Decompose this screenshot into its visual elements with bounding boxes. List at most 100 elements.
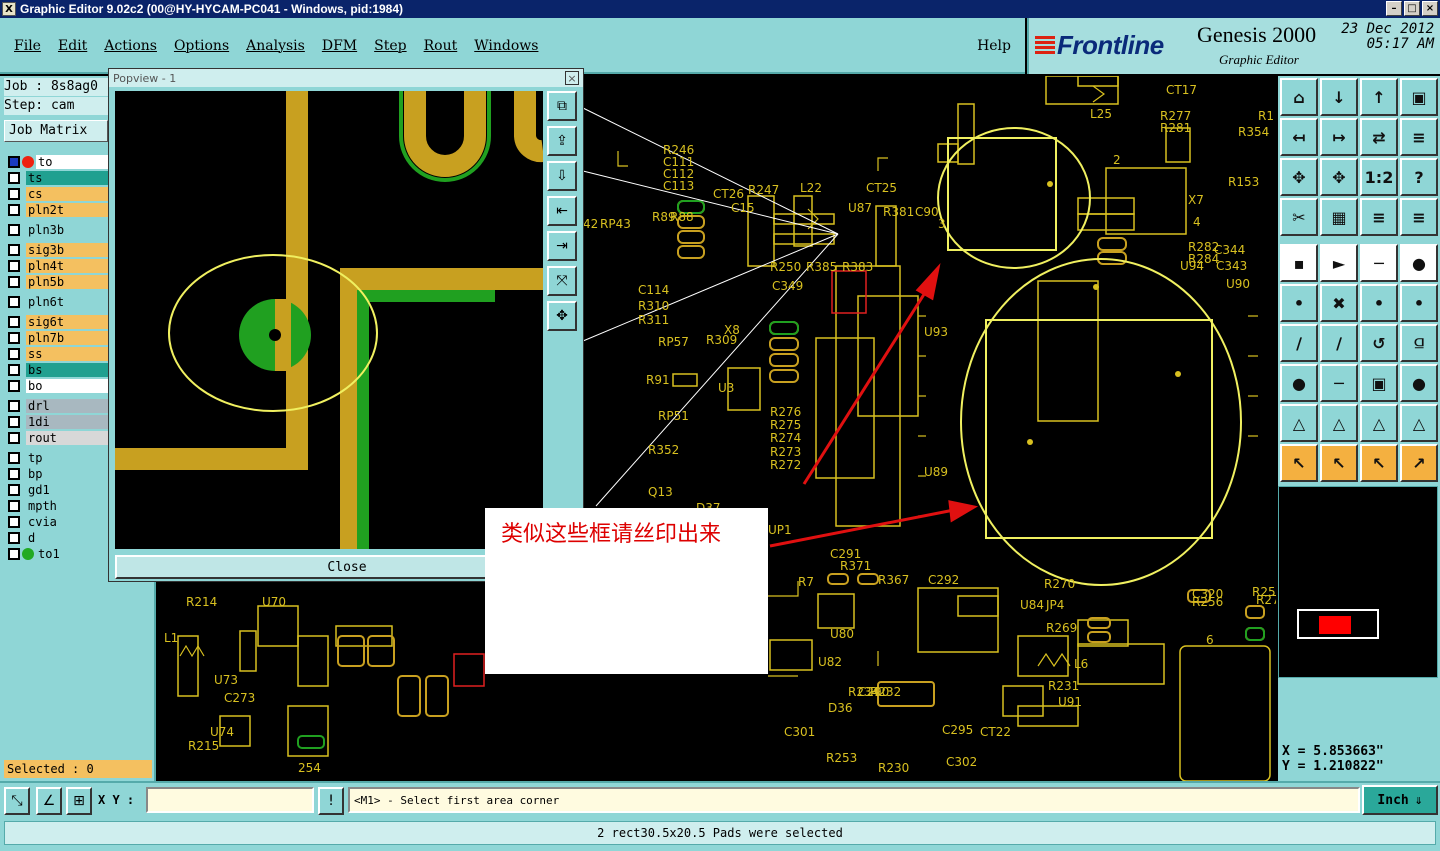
layer-checkbox[interactable] bbox=[8, 416, 20, 428]
layer-row[interactable]: pln3b bbox=[4, 222, 108, 238]
edit-tool-button[interactable]: ▣ bbox=[1360, 364, 1398, 402]
layer-row[interactable]: gd1 bbox=[4, 482, 108, 498]
layer-checkbox[interactable] bbox=[8, 348, 20, 360]
view-tool-button[interactable]: ✥ bbox=[1280, 158, 1318, 196]
layer-checkbox[interactable] bbox=[8, 204, 20, 216]
menu-dfm[interactable]: DFM bbox=[322, 38, 357, 54]
layer-checkbox[interactable] bbox=[8, 172, 20, 184]
zoom-in-icon[interactable]: ⇩ bbox=[547, 161, 577, 191]
view-tool-button[interactable]: ↤ bbox=[1280, 118, 1318, 156]
menu-rout[interactable]: Rout bbox=[424, 38, 458, 54]
layer-checkbox[interactable] bbox=[8, 188, 20, 200]
edit-tool-button[interactable]: ▪ bbox=[1280, 244, 1318, 282]
layer-checkbox[interactable] bbox=[8, 500, 20, 512]
menu-edit[interactable]: Edit bbox=[58, 38, 87, 54]
layer-checkbox[interactable] bbox=[8, 316, 20, 328]
layer-row[interactable]: cs bbox=[4, 186, 108, 202]
layer-checkbox[interactable] bbox=[8, 400, 20, 412]
layer-checkbox[interactable] bbox=[8, 484, 20, 496]
menu-file[interactable]: File bbox=[14, 38, 41, 54]
view-tool-button[interactable]: ⌂ bbox=[1280, 78, 1318, 116]
center-icon[interactable]: ✥ bbox=[547, 301, 577, 331]
units-selector[interactable]: Inch ⇓ bbox=[1362, 785, 1438, 815]
menu-windows[interactable]: Windows bbox=[474, 38, 538, 54]
edit-tool-button[interactable]: △ bbox=[1280, 404, 1318, 442]
layer-checkbox[interactable] bbox=[8, 532, 20, 544]
zoom-area-icon[interactable]: ⤡ bbox=[4, 787, 30, 815]
edit-tool-button[interactable]: ↖ bbox=[1360, 444, 1398, 482]
warning-icon[interactable]: ! bbox=[318, 787, 344, 815]
menu-options[interactable]: Options bbox=[174, 38, 229, 54]
edit-tool-button[interactable]: ● bbox=[1400, 364, 1438, 402]
menu-step[interactable]: Step bbox=[374, 38, 406, 54]
layer-row[interactable]: pln2t bbox=[4, 202, 108, 218]
edit-tool-button[interactable]: ⫑ bbox=[1400, 324, 1438, 362]
layer-row[interactable]: sig6t bbox=[4, 314, 108, 330]
pan-right-icon[interactable]: ⇥ bbox=[547, 231, 577, 261]
edit-tool-button[interactable]: △ bbox=[1320, 404, 1358, 442]
layer-checkbox[interactable] bbox=[8, 452, 20, 464]
view-tool-button[interactable]: ≡ bbox=[1400, 198, 1438, 236]
edit-tool-button[interactable]: ∕ bbox=[1320, 324, 1358, 362]
edit-tool-button[interactable]: ↺ bbox=[1360, 324, 1398, 362]
fit-icon[interactable]: ⤧ bbox=[547, 266, 577, 296]
layer-checkbox[interactable] bbox=[8, 260, 20, 272]
layer-row[interactable]: pln7b bbox=[4, 330, 108, 346]
layer-checkbox[interactable] bbox=[8, 332, 20, 344]
layer-checkbox[interactable] bbox=[8, 364, 20, 376]
layer-row[interactable]: ss bbox=[4, 346, 108, 362]
edit-tool-button[interactable]: ─ bbox=[1320, 364, 1358, 402]
layer-row[interactable]: to bbox=[4, 154, 108, 170]
edit-tool-button[interactable]: ● bbox=[1400, 244, 1438, 282]
overview-map[interactable] bbox=[1278, 486, 1438, 678]
layer-checkbox[interactable] bbox=[8, 156, 20, 168]
view-tool-button[interactable]: ↦ bbox=[1320, 118, 1358, 156]
view-tool-button[interactable]: ↑ bbox=[1360, 78, 1398, 116]
edit-tool-button[interactable]: ∕ bbox=[1280, 324, 1318, 362]
layer-row[interactable]: d bbox=[4, 530, 108, 546]
layer-row[interactable]: to1 bbox=[4, 546, 108, 562]
layer-row[interactable]: pln5b bbox=[4, 274, 108, 290]
view-tool-button[interactable]: ▣ bbox=[1400, 78, 1438, 116]
edit-tool-button[interactable]: • bbox=[1280, 284, 1318, 322]
layer-row[interactable]: drl bbox=[4, 398, 108, 414]
layer-row[interactable]: mpth bbox=[4, 498, 108, 514]
layer-row[interactable]: 1di bbox=[4, 414, 108, 430]
edit-tool-button[interactable]: • bbox=[1360, 284, 1398, 322]
edit-tool-button[interactable]: ● bbox=[1280, 364, 1318, 402]
view-tool-button[interactable]: ≡ bbox=[1360, 198, 1398, 236]
menu-analysis[interactable]: Analysis bbox=[246, 38, 305, 54]
layer-row[interactable]: pln4t bbox=[4, 258, 108, 274]
job-matrix-button[interactable]: Job Matrix bbox=[4, 120, 108, 142]
zoom-home-icon[interactable]: ⇪ bbox=[547, 126, 577, 156]
layer-checkbox[interactable] bbox=[8, 380, 20, 392]
view-tool-button[interactable]: ✂ bbox=[1280, 198, 1318, 236]
edit-tool-button[interactable]: • bbox=[1400, 284, 1438, 322]
layer-checkbox[interactable] bbox=[8, 296, 20, 308]
layer-row[interactable]: pln6t bbox=[4, 294, 108, 310]
layer-row[interactable]: bo bbox=[4, 378, 108, 394]
edit-tool-button[interactable]: ✖ bbox=[1320, 284, 1358, 322]
layer-row[interactable]: tp bbox=[4, 450, 108, 466]
layer-row[interactable]: ts bbox=[4, 170, 108, 186]
popview-close-icon[interactable]: × bbox=[565, 71, 579, 85]
measure-icon[interactable]: ∠ bbox=[36, 787, 62, 815]
view-tool-button[interactable]: ✥ bbox=[1320, 158, 1358, 196]
xy-input[interactable] bbox=[146, 787, 314, 813]
menu-help[interactable]: Help bbox=[977, 38, 1011, 54]
edit-tool-button[interactable]: ↖ bbox=[1280, 444, 1318, 482]
edit-tool-button[interactable]: ↖ bbox=[1320, 444, 1358, 482]
menu-actions[interactable]: Actions bbox=[104, 38, 157, 54]
layer-checkbox[interactable] bbox=[8, 432, 20, 444]
view-tool-button[interactable]: 1:2 bbox=[1360, 158, 1398, 196]
layer-checkbox[interactable] bbox=[8, 468, 20, 480]
layer-row[interactable]: bp bbox=[4, 466, 108, 482]
popview-canvas[interactable] bbox=[115, 91, 543, 549]
view-tool-button[interactable]: ↓ bbox=[1320, 78, 1358, 116]
snap-grid-icon[interactable]: ⊞ bbox=[66, 787, 92, 815]
layer-checkbox[interactable] bbox=[8, 548, 20, 560]
layer-checkbox[interactable] bbox=[8, 516, 20, 528]
minimize-button[interactable]: – bbox=[1386, 1, 1402, 16]
view-tool-button[interactable]: ≡ bbox=[1400, 118, 1438, 156]
edit-tool-button[interactable]: ► bbox=[1320, 244, 1358, 282]
